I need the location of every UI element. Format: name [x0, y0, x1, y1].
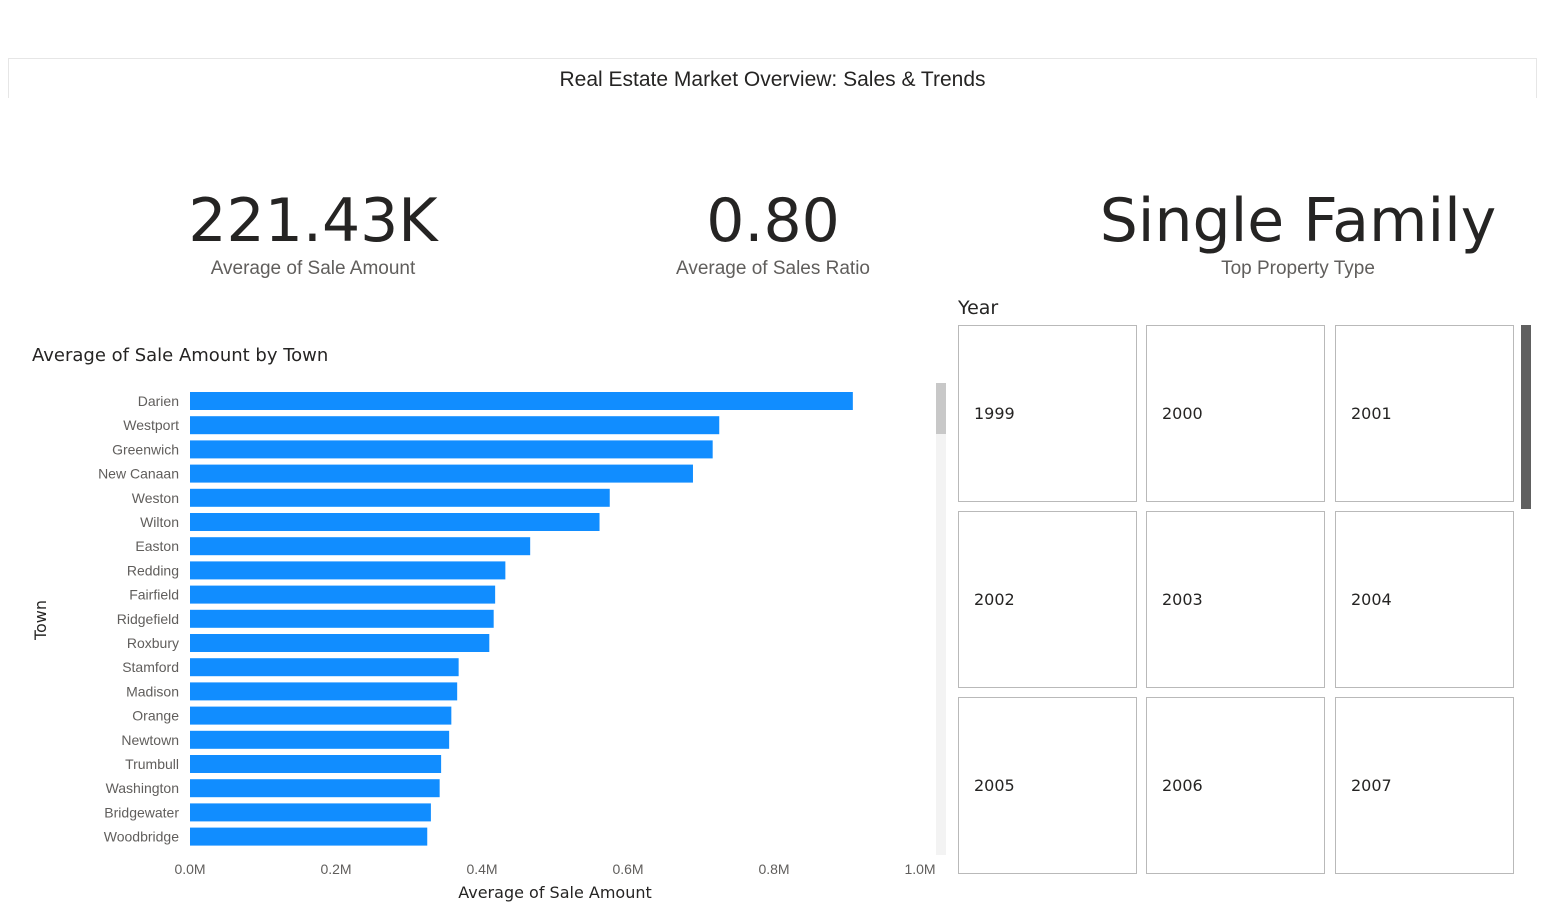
bar[interactable] [190, 561, 506, 580]
year-tile[interactable]: 2002 [958, 511, 1137, 688]
bar[interactable] [190, 755, 442, 773]
kpi-value: 0.80 [706, 186, 840, 256]
report-title-bar: Real Estate Market Overview: Sales & Tre… [8, 58, 1537, 98]
year-tile-label: 2001 [1351, 404, 1392, 423]
year-tile[interactable]: 2000 [1146, 325, 1325, 502]
chart-scrollbar-track[interactable] [936, 383, 946, 855]
year-tile-label: 2003 [1162, 590, 1203, 609]
y-tick-label: Ridgefield [117, 611, 179, 627]
x-tick-label: 0.8M [758, 861, 789, 877]
bar[interactable] [190, 416, 720, 435]
y-tick-label: Orange [132, 708, 179, 724]
kpi-label: Top Property Type [1221, 258, 1375, 279]
year-slicer-header: Year [958, 297, 999, 319]
year-tile-label: 2002 [974, 590, 1015, 609]
bar[interactable] [190, 803, 431, 822]
report-title: Real Estate Market Overview: Sales & Tre… [559, 68, 986, 91]
y-tick-label: Fairfield [129, 587, 179, 603]
y-tick-label: Greenwich [112, 441, 179, 457]
year-tile[interactable]: 2004 [1335, 511, 1514, 688]
year-tile-label: 2005 [974, 776, 1015, 795]
y-tick-label: Stamford [122, 659, 179, 675]
y-tick-label: Darien [138, 393, 179, 409]
bar[interactable] [190, 706, 452, 725]
y-tick-label: Woodbridge [104, 829, 179, 845]
bar[interactable] [190, 634, 490, 652]
y-tick-label: Roxbury [127, 635, 179, 651]
bar[interactable] [190, 392, 853, 410]
y-tick-label: Redding [127, 562, 179, 578]
y-tick-label: Washington [106, 780, 179, 796]
year-tile[interactable]: 2005 [958, 697, 1137, 874]
year-tile-label: 1999 [974, 404, 1015, 423]
slicer-scrollbar-thumb[interactable] [1521, 325, 1531, 509]
chart-scrollbar-thumb[interactable] [936, 383, 946, 434]
kpi-label: Average of Sale Amount [210, 258, 416, 279]
bar[interactable] [190, 658, 459, 677]
year-tile[interactable]: 2001 [1335, 325, 1514, 502]
y-tick-label: Weston [132, 490, 179, 506]
bar-chart[interactable]: Darien Westport Greenwich New Canaan Weston W… [0, 370, 950, 914]
year-tile-label: 2004 [1351, 590, 1392, 609]
bar[interactable] [190, 537, 531, 556]
kpi-card-top-property-type[interactable]: Single Family Top Property Type [1078, 185, 1518, 280]
y-tick-label: Trumbull [125, 756, 179, 772]
bar[interactable] [190, 827, 428, 846]
year-tile-label: 2000 [1162, 404, 1203, 423]
year-tile-label: 2007 [1351, 776, 1392, 795]
bar[interactable] [190, 609, 494, 628]
y-tick-label: Bridgewater [104, 804, 179, 820]
bar[interactable] [190, 513, 600, 531]
bar[interactable] [190, 585, 496, 604]
bar[interactable] [190, 440, 713, 459]
kpi-value: Single Family [1099, 186, 1497, 256]
y-axis-title: Town [31, 600, 50, 641]
year-tile-label: 2006 [1162, 776, 1203, 795]
chart-title: Average of Sale Amount by Town [32, 345, 329, 366]
year-tile[interactable]: 2006 [1146, 697, 1325, 874]
x-tick-label: 0.6M [612, 861, 643, 877]
x-tick-label: 1.0M [904, 861, 935, 877]
kpi-card-average-sales-ratio[interactable]: 0.80 Average of Sales Ratio [603, 185, 943, 280]
y-tick-label: Madison [126, 683, 179, 699]
bar[interactable] [190, 730, 450, 749]
x-tick-label: 0.0M [174, 861, 205, 877]
kpi-label: Average of Sales Ratio [676, 258, 870, 279]
y-tick-label: New Canaan [98, 466, 179, 482]
y-tick-label: Newtown [121, 732, 179, 748]
kpi-card-average-sale-amount[interactable]: 221.43K Average of Sale Amount [143, 185, 483, 280]
bar[interactable] [190, 488, 610, 507]
x-tick-label: 0.4M [466, 861, 497, 877]
y-tick-label: Easton [135, 538, 179, 554]
year-tile[interactable]: 2007 [1335, 697, 1514, 874]
x-axis-title: Average of Sale Amount [458, 883, 652, 902]
bar[interactable] [190, 464, 693, 483]
year-tile[interactable]: 2003 [1146, 511, 1325, 688]
bar[interactable] [190, 682, 458, 701]
kpi-value: 221.43K [188, 186, 438, 256]
y-tick-label: Westport [123, 417, 179, 433]
year-tile[interactable]: 1999 [958, 325, 1137, 502]
x-tick-label: 0.2M [320, 861, 351, 877]
bar[interactable] [190, 779, 440, 798]
y-tick-label: Wilton [140, 514, 179, 530]
